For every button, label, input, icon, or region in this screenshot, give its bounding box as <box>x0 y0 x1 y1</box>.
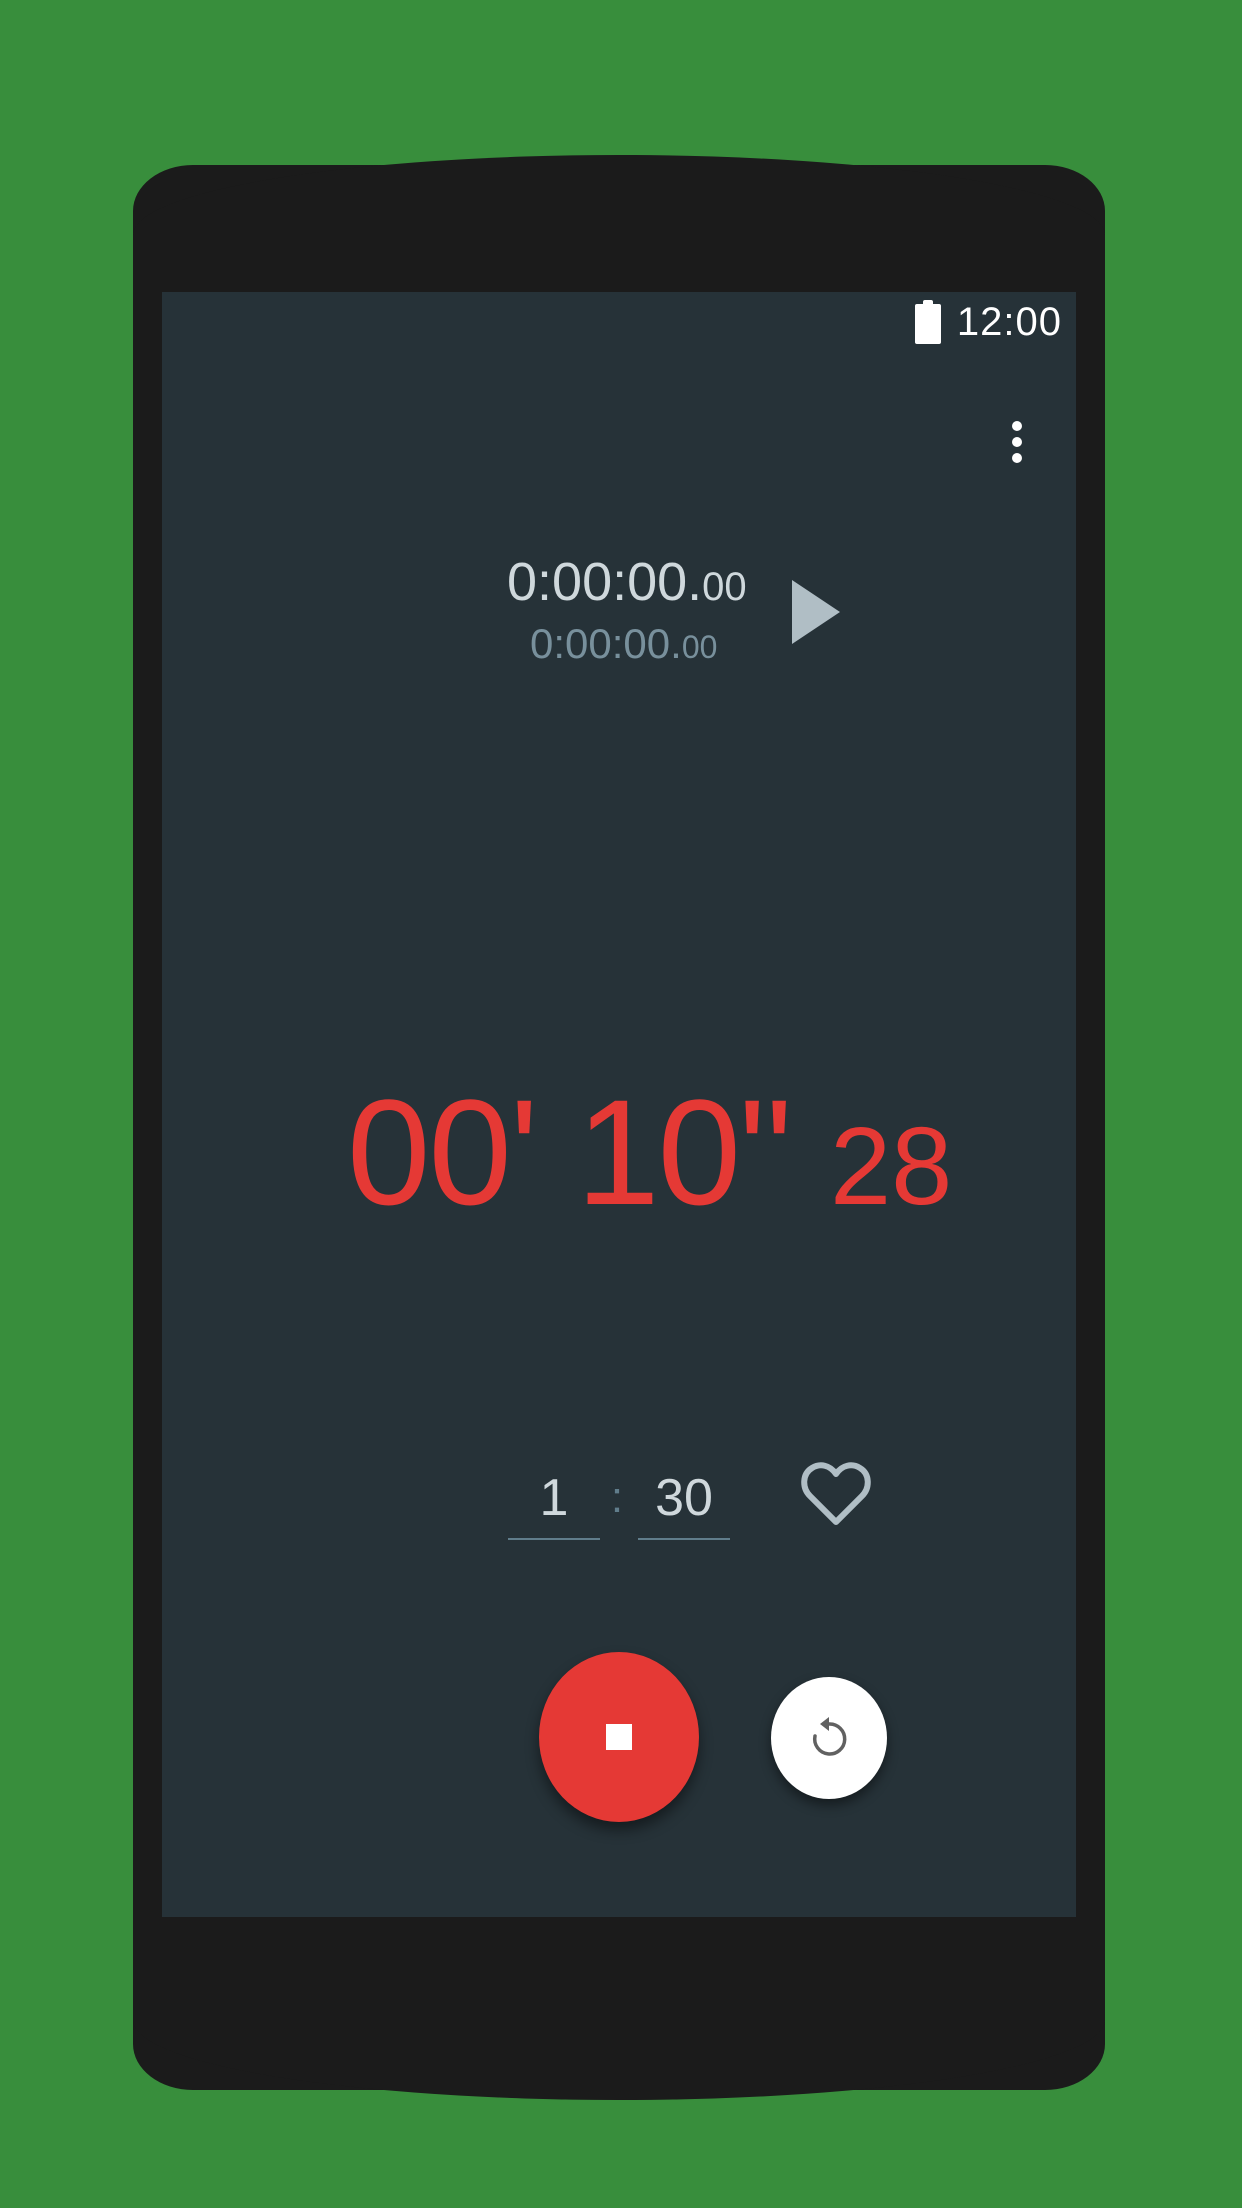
heart-icon[interactable] <box>800 1460 872 1530</box>
more-options-icon[interactable] <box>997 412 1037 472</box>
timer-seconds: 10" <box>576 1068 792 1236</box>
status-clock: 12:00 <box>956 299 1062 344</box>
status-bar: 12:00 <box>914 292 1062 352</box>
play-icon[interactable] <box>784 572 844 652</box>
battery-icon <box>914 300 941 344</box>
interval-input-row: 1 : 30 <box>162 1462 1076 1542</box>
replay-icon <box>812 1717 847 1756</box>
reset-button[interactable] <box>771 1677 887 1799</box>
lap-total-time: 0:00:00.00 <box>507 552 747 617</box>
lap-split-time: 0:00:00.00 <box>530 620 717 671</box>
lap-split-hundredths: 00 <box>681 629 718 665</box>
interval-seconds-field[interactable]: 30 <box>638 1462 730 1540</box>
timer-hundredths: 28 <box>829 1105 953 1228</box>
main-timer-display: 00' 10" 28 <box>347 1072 952 1247</box>
lap-total-main: 0:00:00. <box>507 552 703 612</box>
timer-minutes: 00' <box>347 1068 538 1236</box>
interval-minutes-field[interactable]: 1 <box>508 1462 600 1540</box>
app-screen: 12:00 0:00:00.00 0:00:00.00 00' 10" 28 1… <box>162 292 1076 1917</box>
stop-icon <box>606 1724 632 1750</box>
interval-separator: : <box>610 1473 624 1522</box>
lap-total-hundredths: 00 <box>702 565 747 609</box>
lap-split-main: 0:00:00. <box>530 620 682 667</box>
stop-button[interactable] <box>539 1652 699 1822</box>
